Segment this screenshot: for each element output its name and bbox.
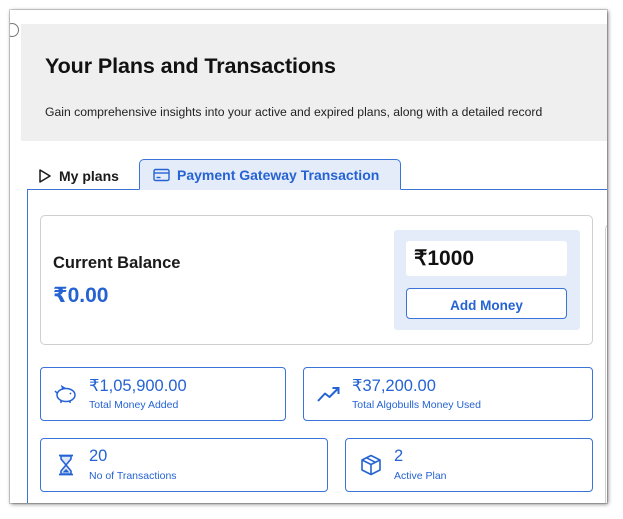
window-corner-handle bbox=[10, 23, 19, 37]
add-money-box: Add Money bbox=[394, 230, 580, 330]
piggy-bank-icon bbox=[53, 382, 79, 406]
stat-active-plan: 2 Active Plan bbox=[345, 438, 593, 492]
stat-total-algobulls-money-used: ₹37,200.00 Total Algobulls Money Used bbox=[303, 367, 593, 421]
stat-value: ₹1,05,900.00 bbox=[89, 377, 187, 395]
tab-label: My plans bbox=[59, 168, 119, 184]
stat-label: Total Algobulls Money Used bbox=[352, 399, 481, 411]
stat-value: 20 bbox=[89, 447, 108, 465]
tab-bar: My plans Payment Gateway Transaction bbox=[27, 159, 607, 190]
current-balance-card: Current Balance ₹0.00 Add Money bbox=[40, 215, 593, 345]
stat-label: No of Transactions bbox=[89, 470, 177, 482]
hourglass-icon bbox=[53, 453, 79, 477]
trending-up-icon bbox=[316, 382, 342, 406]
stat-value: ₹37,200.00 bbox=[352, 377, 436, 395]
stat-label: Total Money Added bbox=[89, 399, 179, 411]
balance-label: Current Balance bbox=[53, 254, 181, 272]
stat-value: 2 bbox=[394, 447, 404, 465]
tab-label: Payment Gateway Transaction bbox=[177, 166, 380, 183]
add-money-button[interactable]: Add Money bbox=[406, 288, 567, 319]
play-outline-icon bbox=[37, 168, 53, 184]
app-window: Your Plans and Transactions Gain compreh… bbox=[10, 10, 607, 503]
tab-my-plans[interactable]: My plans bbox=[37, 163, 119, 189]
tab-panel: Current Balance ₹0.00 Add Money ₹1,05,90… bbox=[27, 189, 607, 503]
amount-input[interactable] bbox=[406, 241, 567, 276]
package-icon bbox=[358, 453, 384, 477]
page-title: Your Plans and Transactions bbox=[45, 54, 336, 78]
balance-value: ₹0.00 bbox=[53, 284, 109, 307]
card-icon bbox=[153, 168, 170, 182]
stat-total-money-added: ₹1,05,900.00 Total Money Added bbox=[40, 367, 286, 421]
tab-payment-gateway-transaction[interactable]: Payment Gateway Transaction bbox=[139, 159, 401, 190]
stat-no-of-transactions: 20 No of Transactions bbox=[40, 438, 328, 492]
page-header: Your Plans and Transactions Gain compreh… bbox=[21, 24, 607, 141]
page-subtitle: Gain comprehensive insights into your ac… bbox=[45, 105, 543, 119]
adjacent-card-edge bbox=[605, 224, 607, 503]
stat-label: Active Plan bbox=[394, 470, 447, 482]
